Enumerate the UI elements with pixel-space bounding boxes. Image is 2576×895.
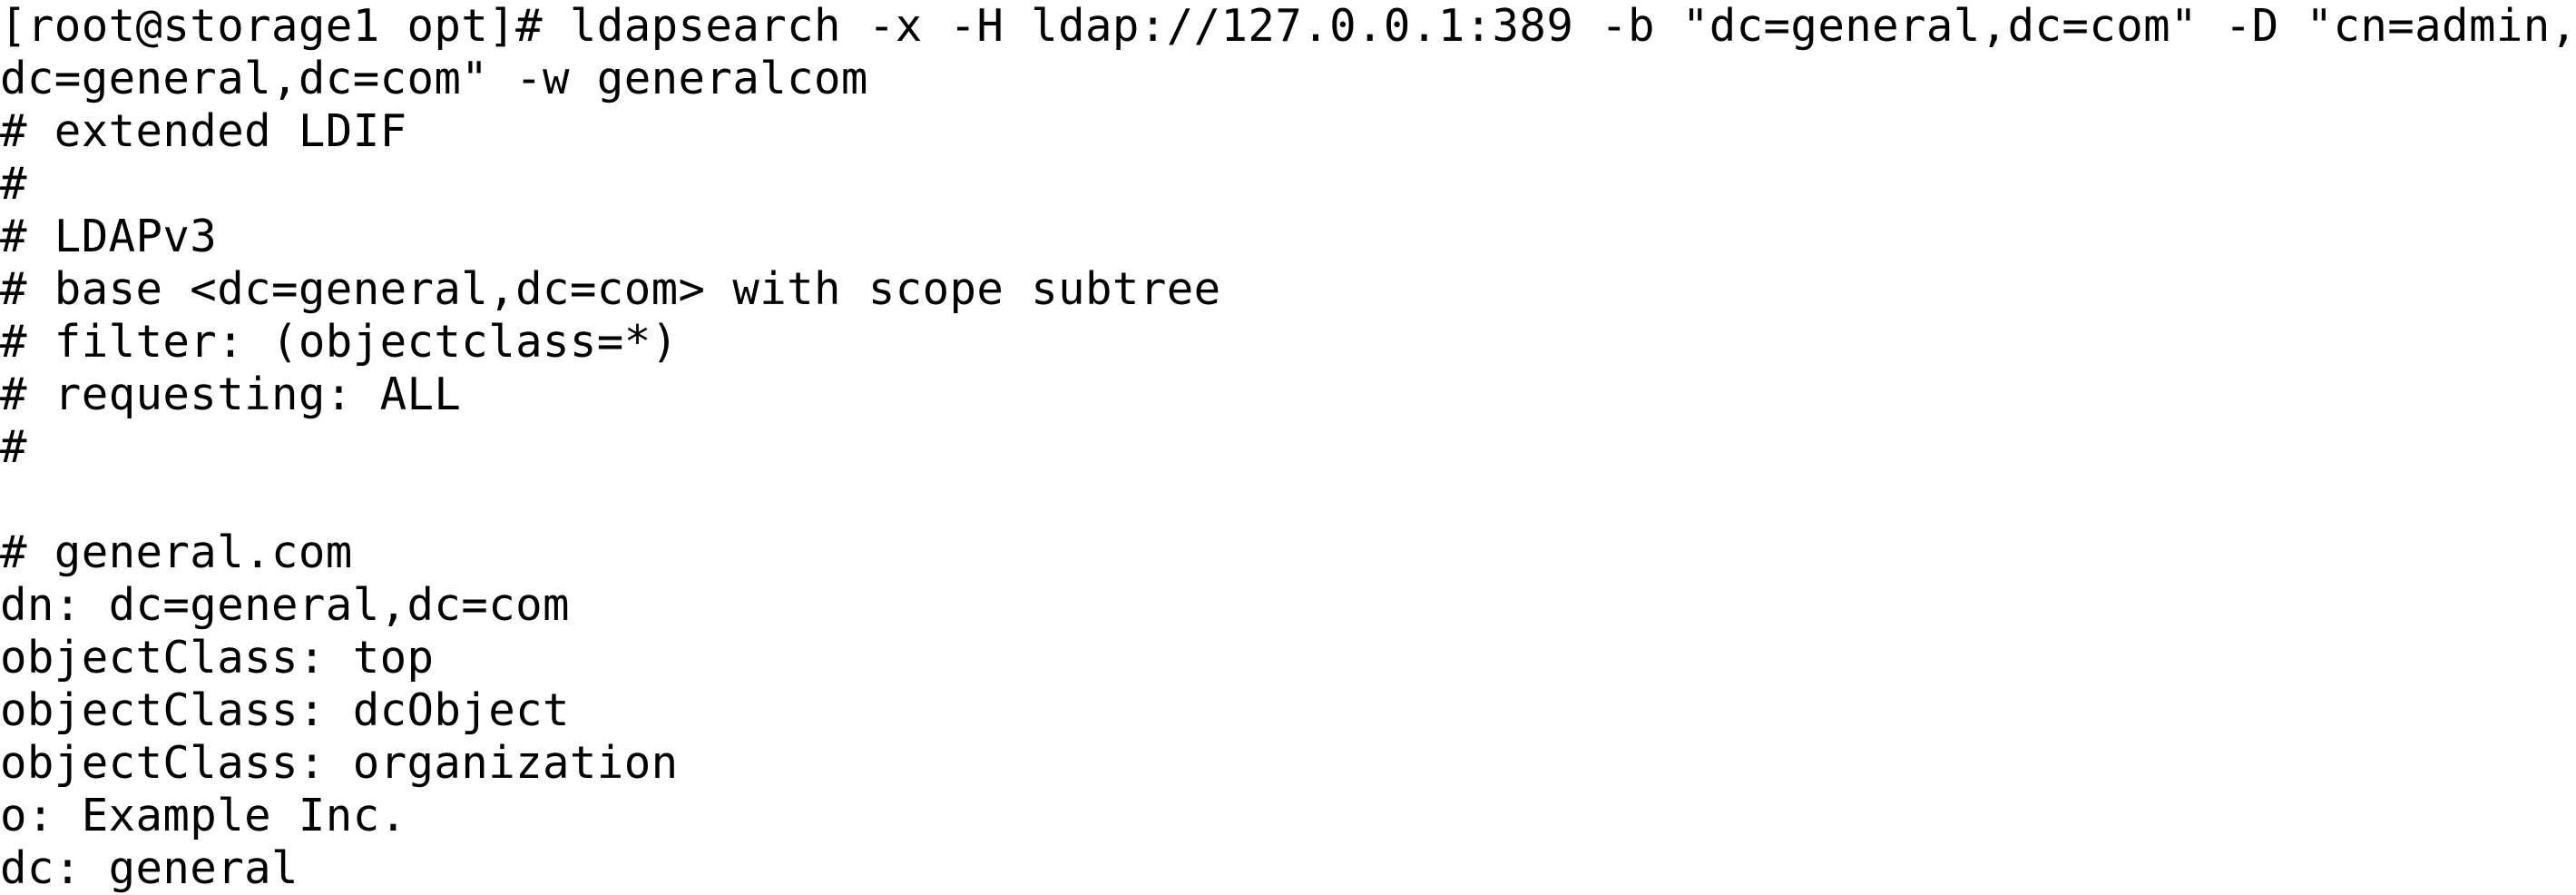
output-line: #	[0, 421, 27, 473]
command-line: [root@storage1 opt]# ldapsearch -x -H ld…	[0, 0, 2576, 52]
output-line: objectClass: top	[0, 632, 435, 684]
command-line-continuation: dc=general,dc=com" -w generalcom	[0, 53, 868, 104]
output-line: objectClass: organization	[0, 737, 679, 789]
output-line: # base <dc=general,dc=com> with scope su…	[0, 263, 1221, 315]
output-line: #	[0, 158, 27, 210]
output-line: # LDAPv3	[0, 211, 218, 262]
output-line: objectClass: dcObject	[0, 684, 570, 736]
output-line: # filter: (objectclass=*)	[0, 316, 679, 368]
output-line: dn: dc=general,dc=com	[0, 579, 570, 631]
output-line: o: Example Inc.	[0, 790, 407, 841]
output-line: # extended LDIF	[0, 105, 407, 157]
output-line: # requesting: ALL	[0, 369, 462, 420]
output-line: dc: general	[0, 842, 299, 894]
terminal-output[interactable]: [root@storage1 opt]# ldapsearch -x -H ld…	[0, 0, 2576, 895]
output-line: # general.com	[0, 526, 353, 578]
